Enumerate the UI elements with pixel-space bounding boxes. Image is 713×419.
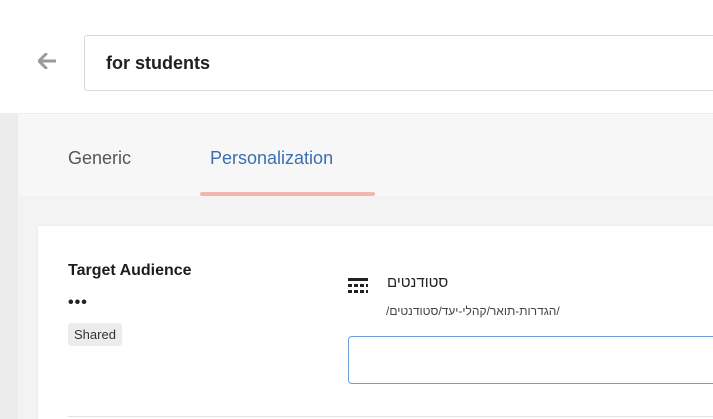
audience-item-name: סטודנטים: [387, 274, 449, 291]
back-button[interactable]: [34, 48, 60, 74]
more-options-button[interactable]: •••: [68, 295, 88, 311]
tab-generic[interactable]: Generic: [68, 148, 131, 169]
shared-badge: Shared: [68, 323, 122, 346]
audience-search-input[interactable]: [348, 336, 713, 384]
target-audience-card: Target Audience ••• Shared סטודנטים /הגד…: [38, 226, 713, 419]
left-edge-panel: [0, 113, 18, 419]
arrow-left-icon: [38, 53, 56, 69]
title-input[interactable]: [106, 52, 713, 74]
title-field-box: [84, 35, 713, 91]
section-title: Target Audience: [68, 262, 192, 279]
section-divider: [68, 416, 713, 417]
active-tab-indicator: [200, 192, 375, 196]
tab-personalization[interactable]: Personalization: [210, 148, 333, 169]
audience-item-path: /הגדרות-תואר/קהלי-יעד/סטודנטים/: [386, 304, 560, 318]
page-header: [0, 0, 713, 113]
grid-table-icon: [348, 278, 368, 293]
tab-bar: Generic Personalization: [0, 113, 713, 196]
